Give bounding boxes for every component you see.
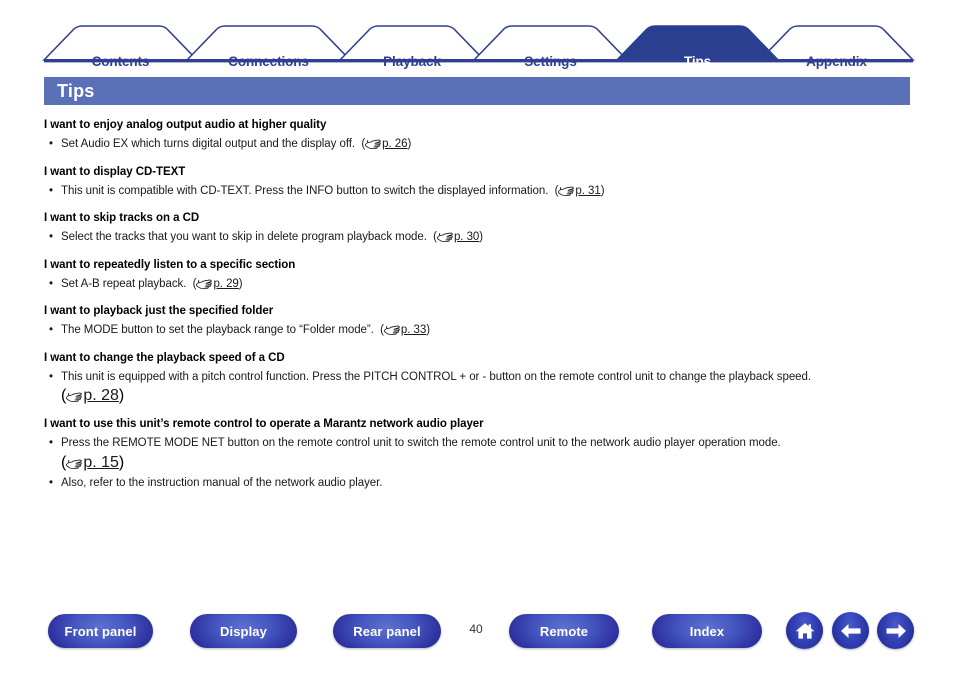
pointing-hand-icon bbox=[196, 278, 213, 295]
pointing-hand-icon bbox=[66, 389, 83, 407]
tip-section: I want to use this unit’s remote control… bbox=[44, 417, 924, 491]
display-button[interactable]: Display bbox=[190, 614, 297, 648]
bullet-icon: • bbox=[49, 476, 53, 489]
arrow-left-icon bbox=[839, 622, 863, 640]
bullet-icon: • bbox=[49, 370, 53, 383]
bullet-icon: • bbox=[49, 437, 53, 449]
remote-button[interactable]: Remote bbox=[509, 614, 619, 648]
tip-text: Set A-B repeat playback. bbox=[61, 277, 187, 290]
rear-panel-label: Rear panel bbox=[353, 623, 421, 639]
tip-heading: I want to use this unit’s remote control… bbox=[44, 418, 484, 430]
tip-section: I want to enjoy analog output audio at h… bbox=[44, 118, 924, 155]
page-link[interactable]: p. 31 bbox=[575, 185, 600, 197]
page-reference: (p. 31) bbox=[548, 185, 605, 197]
front-panel-label: Front panel bbox=[64, 623, 137, 639]
pointing-hand-icon bbox=[437, 231, 453, 248]
tip-text: Set Audio EX which turns digital output … bbox=[61, 138, 356, 150]
tip-text: Also, refer to the instruction manual of… bbox=[61, 476, 383, 489]
bullet-icon: • bbox=[49, 184, 53, 197]
pointing-hand-icon bbox=[66, 456, 83, 474]
tip-text: Press the REMOTE MODE NET button on the … bbox=[61, 437, 781, 449]
tip-item: • Set A-B repeat playback. (p. 29) bbox=[44, 277, 924, 295]
page-reference: (p. 15) bbox=[61, 454, 124, 471]
pointing-hand-icon bbox=[383, 324, 400, 341]
page-link[interactable]: p. 29 bbox=[213, 278, 238, 290]
tab-bar: Contents Connections Playback Settings T… bbox=[0, 22, 954, 69]
page-reference-line: (p. 28) bbox=[44, 387, 924, 407]
bullet-icon: • bbox=[49, 277, 53, 290]
page-link[interactable]: p. 28 bbox=[83, 387, 119, 404]
tips-content: I want to enjoy analog output audio at h… bbox=[44, 118, 924, 493]
tip-heading: I want to change the playback speed of a… bbox=[44, 351, 285, 364]
tip-item: • Set Audio EX which turns digital outpu… bbox=[44, 137, 924, 155]
page-link[interactable]: p. 15 bbox=[83, 454, 119, 471]
pointing-hand-icon bbox=[558, 185, 575, 202]
arrow-right-icon bbox=[884, 622, 908, 640]
rear-panel-button[interactable]: Rear panel bbox=[333, 614, 441, 648]
tip-item: • This unit is equipped with a pitch con… bbox=[44, 370, 924, 386]
tip-text: Select the tracks that you want to skip … bbox=[61, 231, 427, 243]
tip-text: The MODE button to set the playback rang… bbox=[61, 324, 374, 336]
page-reference: (p. 30) bbox=[427, 231, 483, 243]
tip-section: I want to repeatedly listen to a specifi… bbox=[44, 258, 924, 295]
tip-section: I want to skip tracks on a CD • Select t… bbox=[44, 211, 924, 248]
tab-settings[interactable]: Settings bbox=[474, 54, 627, 69]
tip-text: This unit is equipped with a pitch contr… bbox=[61, 370, 812, 383]
page-link[interactable]: p. 33 bbox=[401, 324, 426, 336]
page-reference-line: (p. 15) bbox=[44, 454, 924, 474]
index-button[interactable]: Index bbox=[652, 614, 762, 648]
manual-page: Contents Connections Playback Settings T… bbox=[0, 0, 954, 673]
tip-section: I want to change the playback speed of a… bbox=[44, 351, 924, 408]
bullet-icon: • bbox=[49, 231, 53, 243]
tab-tips[interactable]: Tips bbox=[617, 54, 778, 69]
forward-button[interactable] bbox=[877, 612, 914, 649]
page-link[interactable]: p. 26 bbox=[382, 138, 407, 150]
page-reference: (p. 29) bbox=[186, 278, 243, 290]
tip-item: • Press the REMOTE MODE NET button on th… bbox=[44, 436, 924, 452]
home-icon bbox=[794, 621, 816, 641]
tab-connections[interactable]: Connections bbox=[187, 54, 350, 69]
tip-item: • Also, refer to the instruction manual … bbox=[44, 476, 924, 492]
tab-playback[interactable]: Playback bbox=[340, 54, 484, 69]
page-reference: (p. 33) bbox=[374, 324, 430, 336]
home-button[interactable] bbox=[786, 612, 823, 649]
tip-item: • Select the tracks that you want to ski… bbox=[44, 230, 924, 248]
tab-appendix[interactable]: Appendix bbox=[760, 54, 913, 69]
tip-heading: I want to playback just the specified fo… bbox=[44, 305, 274, 317]
remote-label: Remote bbox=[539, 623, 589, 639]
front-panel-button[interactable]: Front panel bbox=[48, 614, 153, 648]
pointing-hand-icon bbox=[365, 138, 381, 155]
tip-heading: I want to skip tracks on a CD bbox=[44, 212, 200, 224]
tip-section: I want to display CD-TEXT • This unit is… bbox=[44, 165, 924, 202]
tip-heading: I want to display CD-TEXT bbox=[44, 165, 186, 178]
tip-heading: I want to repeatedly listen to a specifi… bbox=[44, 258, 296, 271]
tip-text: This unit is compatible with CD-TEXT. Pr… bbox=[61, 184, 549, 197]
back-button[interactable] bbox=[832, 612, 869, 649]
tip-section: I want to playback just the specified fo… bbox=[44, 304, 924, 341]
tab-contents[interactable]: Contents bbox=[44, 54, 197, 69]
page-number: 40 bbox=[469, 622, 483, 636]
display-label: Display bbox=[220, 623, 267, 639]
tip-item: • This unit is compatible with CD-TEXT. … bbox=[44, 184, 924, 202]
page-title-bar: Tips bbox=[44, 77, 910, 105]
tip-item: • The MODE button to set the playback ra… bbox=[44, 323, 924, 341]
page-title: Tips bbox=[57, 81, 95, 101]
index-label: Index bbox=[689, 623, 725, 639]
bullet-icon: • bbox=[49, 138, 53, 150]
bullet-icon: • bbox=[49, 324, 53, 336]
page-link[interactable]: p. 30 bbox=[454, 231, 479, 243]
footer-nav: Front panel Display Rear panel 40 Remote… bbox=[0, 608, 954, 668]
page-reference: (p. 26) bbox=[355, 138, 411, 150]
tip-heading: I want to enjoy analog output audio at h… bbox=[44, 119, 327, 131]
page-reference: (p. 28) bbox=[61, 387, 124, 404]
